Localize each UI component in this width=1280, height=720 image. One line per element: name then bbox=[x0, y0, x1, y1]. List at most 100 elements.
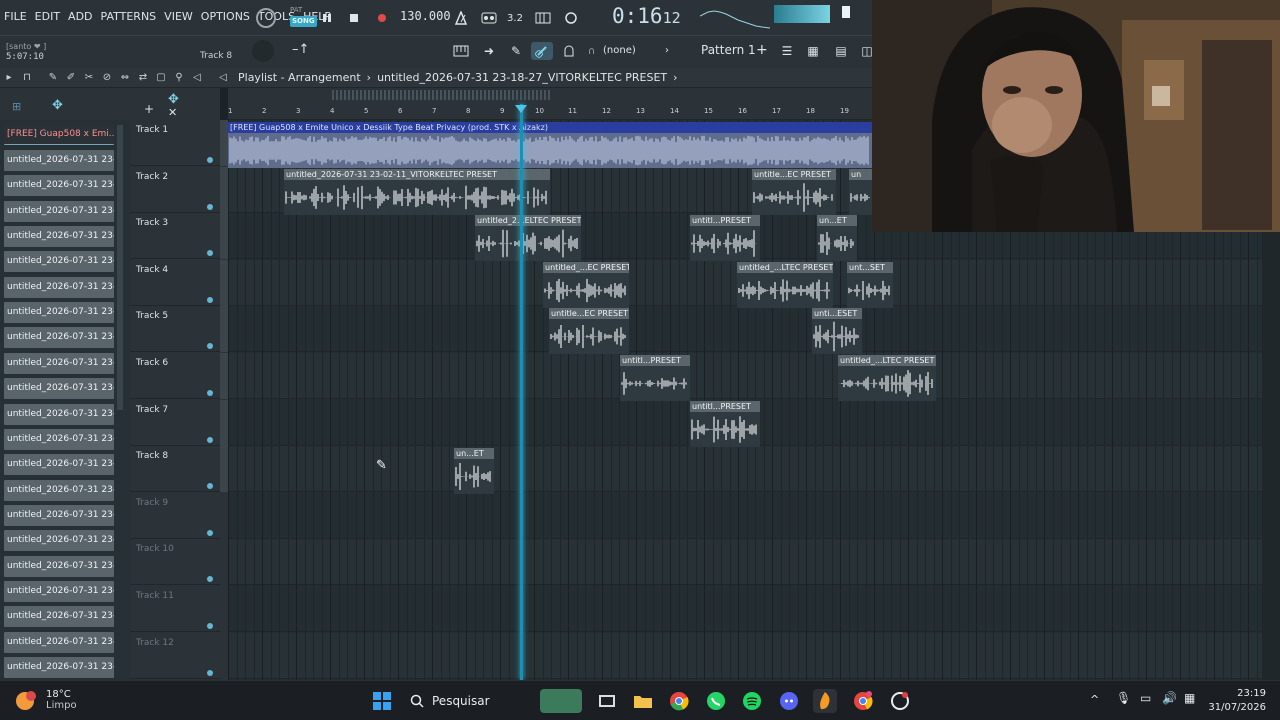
brush-icon[interactable]: ✐ bbox=[62, 72, 80, 83]
spotify-button[interactable] bbox=[740, 689, 764, 713]
track-handle[interactable] bbox=[220, 632, 228, 679]
track-header[interactable]: Track 10 bbox=[130, 539, 228, 586]
track-lane[interactable] bbox=[228, 539, 1262, 586]
select-icon[interactable]: ▢ bbox=[152, 72, 170, 83]
track-header[interactable]: Track 7 bbox=[130, 399, 228, 446]
microphone-icon[interactable]: 🎙 bbox=[1116, 691, 1131, 705]
track-handle[interactable] bbox=[220, 120, 228, 166]
countdown-button[interactable]: 3.2 bbox=[504, 8, 526, 28]
task-view-button[interactable] bbox=[595, 689, 619, 713]
picker-item[interactable]: untitled_2026-07-31 23-... bbox=[4, 352, 114, 374]
audio-clip[interactable]: untitled_2026-07-31 23-02-11_VITORKELTEC… bbox=[284, 169, 550, 215]
pencil-tool-button[interactable]: ✎ bbox=[505, 42, 527, 60]
track-header[interactable]: Track 3 bbox=[130, 213, 228, 260]
file-explorer-button[interactable] bbox=[631, 689, 655, 713]
track-handle[interactable] bbox=[220, 306, 228, 353]
menu-view[interactable]: VIEW bbox=[164, 10, 193, 23]
timeline-ruler[interactable]: 1 2 3 4 5 6 7 8 9 10 11 12 13 14 15 16 17 18 19 bbox=[228, 104, 872, 120]
track-handle[interactable] bbox=[220, 446, 228, 493]
menu-file[interactable]: FILE bbox=[4, 10, 27, 23]
obs-button[interactable] bbox=[888, 689, 912, 713]
track-led-icon[interactable] bbox=[207, 483, 213, 490]
taskbar-search[interactable]: Pesquisar bbox=[404, 687, 530, 715]
playhead-marker[interactable] bbox=[515, 105, 527, 113]
chrome-profile-button[interactable] bbox=[851, 689, 875, 713]
track-lane[interactable] bbox=[228, 586, 1262, 632]
track-header[interactable]: Track 5 bbox=[130, 306, 228, 353]
audio-clip[interactable]: untitled_...LTEC PRESET bbox=[838, 355, 936, 401]
picker-scrollbar[interactable] bbox=[117, 125, 123, 410]
volume-icon[interactable]: 🔊 bbox=[1162, 691, 1177, 705]
master-volume-knob[interactable] bbox=[256, 8, 276, 28]
pat-song-toggle[interactable]: PAT SONG bbox=[290, 6, 317, 27]
network-icon[interactable]: ▦ bbox=[1184, 691, 1195, 705]
whatsapp-button[interactable] bbox=[704, 689, 728, 713]
picker-item[interactable]: untitled_2026-07-31 23-... bbox=[4, 479, 114, 501]
track-handle[interactable] bbox=[220, 353, 228, 399]
vertical-scrollbar[interactable] bbox=[1262, 232, 1280, 680]
audio-clip[interactable]: untitled_...LTEC PRESET bbox=[737, 262, 833, 308]
slice-icon[interactable]: ⇄ bbox=[134, 72, 152, 83]
track-header[interactable]: Track 2 bbox=[130, 166, 228, 213]
track-header[interactable]: Track 4 bbox=[130, 259, 228, 306]
audio-clip[interactable]: untitle...EC PRESET bbox=[549, 308, 629, 354]
metronome-tool-button[interactable] bbox=[558, 42, 580, 60]
picker-item[interactable]: untitled_2026-07-31 23-... bbox=[4, 631, 114, 653]
snap-selector[interactable]: (none) bbox=[603, 45, 636, 56]
search-highlight-icon[interactable] bbox=[540, 689, 582, 713]
start-button[interactable] bbox=[370, 689, 394, 713]
move-icon[interactable]: ✥ bbox=[168, 92, 179, 107]
track-lane[interactable] bbox=[228, 306, 1262, 353]
playlist-button[interactable]: ▤ bbox=[830, 42, 852, 60]
track-handle[interactable] bbox=[220, 492, 228, 539]
track-header[interactable]: Track 12 bbox=[130, 632, 228, 679]
picker-item[interactable]: untitled_2026-07-31 23-... bbox=[4, 428, 114, 450]
audio-clip[interactable]: untitled_2...ELTEC PRESET bbox=[475, 215, 581, 261]
audio-clip[interactable]: untitl...PRESET bbox=[690, 215, 760, 261]
track-header[interactable]: Track 11 bbox=[130, 586, 228, 632]
add-pattern-button[interactable]: + bbox=[756, 42, 768, 58]
mute-icon[interactable]: ⊘ bbox=[98, 72, 116, 83]
track-handle[interactable] bbox=[220, 259, 228, 306]
picker-item[interactable]: untitled_2026-07-31 23-... bbox=[4, 657, 114, 678]
record-button[interactable] bbox=[371, 8, 393, 28]
picker-item[interactable]: untitled_2026-07-31 23-... bbox=[4, 403, 114, 425]
track-header[interactable]: Track 1 bbox=[130, 120, 228, 166]
piano-roll-button[interactable] bbox=[450, 42, 472, 60]
track-led-icon[interactable] bbox=[207, 669, 213, 676]
playhead[interactable] bbox=[520, 104, 523, 680]
discord-button[interactable] bbox=[777, 689, 801, 713]
song-overview-bar[interactable] bbox=[228, 88, 872, 104]
audio-clip[interactable]: untitle...EC PRESET bbox=[752, 169, 836, 215]
pencil-icon[interactable]: ✎ bbox=[44, 72, 62, 83]
picker-item[interactable]: untitled_2026-07-31 23-... bbox=[4, 454, 114, 476]
audio-clip[interactable]: [FREE] Guap508 x Emite Unico x Dessiik T… bbox=[228, 122, 872, 168]
fl-studio-taskbar-button[interactable] bbox=[813, 689, 837, 713]
picker-item[interactable]: untitled_2026-07-31 23-... bbox=[4, 175, 114, 197]
close-icon[interactable]: ✕ bbox=[168, 106, 177, 119]
channel-rack-button[interactable]: ▦ bbox=[802, 42, 824, 60]
track-led-icon[interactable] bbox=[207, 157, 213, 163]
jog-wheel[interactable] bbox=[252, 40, 274, 62]
audio-clip[interactable]: unt...SET bbox=[847, 262, 893, 308]
picker-item[interactable]: untitled_2026-07-31 23-... bbox=[4, 580, 114, 602]
link-tool-button[interactable] bbox=[531, 42, 553, 60]
snap-arrow-icon[interactable]: › bbox=[665, 45, 669, 56]
track-led-icon[interactable] bbox=[207, 203, 213, 210]
loop-record-button[interactable] bbox=[560, 8, 582, 28]
track-led-icon[interactable] bbox=[207, 343, 213, 350]
picker-item[interactable]: untitled_2026-07-31 23-... bbox=[4, 200, 114, 222]
track-header[interactable]: Track 6 bbox=[130, 353, 228, 399]
tempo-display[interactable]: 130.000 bbox=[400, 9, 451, 23]
track-handle[interactable] bbox=[220, 586, 228, 632]
pattern-selector[interactable]: Pattern 1 bbox=[701, 43, 756, 57]
step-edit-button[interactable] bbox=[532, 8, 554, 28]
metronome-button[interactable] bbox=[450, 8, 472, 28]
playback-icon[interactable]: ◁ bbox=[188, 72, 206, 83]
audio-clips-icon[interactable]: ✥ bbox=[52, 98, 63, 113]
track-lane[interactable] bbox=[228, 632, 1262, 679]
picker-item[interactable]: untitled_2026-07-31 23-... bbox=[4, 530, 114, 552]
chrome-button[interactable] bbox=[667, 689, 691, 713]
slip-icon[interactable]: ⇔ bbox=[116, 72, 134, 83]
tray-chevron-icon[interactable]: ^ bbox=[1090, 693, 1099, 706]
